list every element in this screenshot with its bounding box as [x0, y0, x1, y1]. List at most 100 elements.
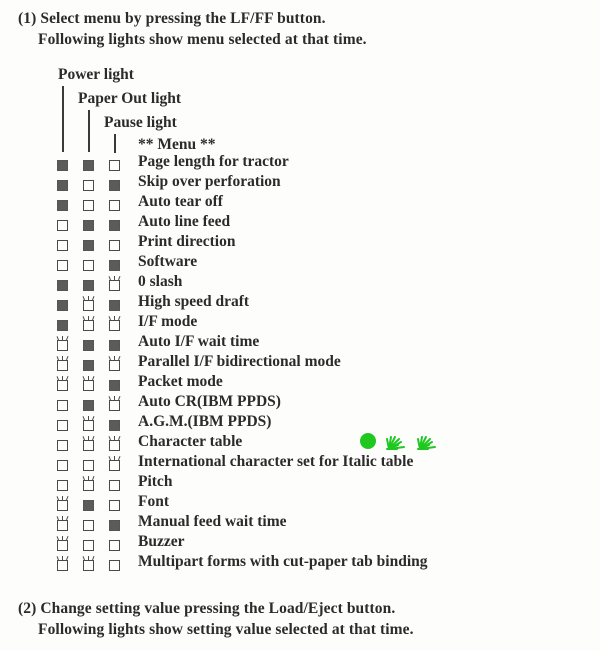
intro-line-1: (1) Select menu by pressing the LF/FF bu…: [18, 10, 326, 27]
light-indicator-pause-light: [109, 495, 123, 511]
light-square-icon: [83, 300, 94, 311]
table-row: Parallel I/F bidirectional mode: [0, 352, 600, 372]
light-square-icon: [57, 540, 68, 551]
light-indicator-power-light: [56, 515, 71, 531]
light-indicator-pause-light: [109, 175, 123, 191]
table-row: I/F mode: [0, 312, 600, 332]
menu-item-label: Auto tear off: [138, 193, 223, 210]
table-row: Buzzer: [0, 532, 600, 552]
light-square-icon: [57, 360, 68, 371]
light-indicator-paper-out-light: [83, 335, 97, 351]
table-row: Auto CR(IBM PPDS): [0, 392, 600, 412]
light-square-icon: [83, 340, 94, 351]
light-square-icon: [109, 540, 120, 551]
light-square-icon: [109, 340, 120, 351]
light-square-icon: [57, 200, 68, 211]
light-indicator-power-light: [57, 415, 71, 431]
light-square-icon: [57, 160, 68, 171]
light-square-icon: [109, 240, 120, 251]
light-indicator-paper-out-light: [83, 455, 97, 471]
light-square-icon: [109, 500, 120, 511]
light-indicator-power-light: [57, 155, 71, 171]
light-indicator-pause-light: [108, 395, 123, 411]
table-row: Multipart forms with cut-paper tab bindi…: [0, 552, 600, 572]
light-square-icon: [83, 220, 94, 231]
light-square-icon: [57, 260, 68, 271]
light-square-icon: [109, 560, 120, 571]
table-row: International character set for Italic t…: [0, 452, 600, 472]
light-indicator-pause-light: [108, 275, 123, 291]
light-indicator-power-light: [57, 315, 71, 331]
light-indicator-pause-light: [109, 375, 123, 391]
table-row: Auto tear off: [0, 192, 600, 212]
light-indicator-power-light: [56, 535, 71, 551]
light-square-icon: [57, 180, 68, 191]
light-square-icon: [109, 320, 120, 331]
table-row: High speed draft: [0, 292, 600, 312]
light-indicator-pause-light: [109, 535, 123, 551]
light-indicator-paper-out-light: [83, 495, 97, 511]
light-indicator-paper-out-light: [82, 295, 97, 311]
document-page: (1) Select menu by pressing the LF/FF bu…: [0, 0, 600, 651]
menu-item-label: Packet mode: [138, 373, 223, 390]
menu-item-label: Print direction: [138, 233, 236, 250]
table-row: Auto line feed: [0, 212, 600, 232]
light-square-icon: [83, 440, 94, 451]
light-indicator-paper-out-light: [82, 415, 97, 431]
table-row: Character table: [0, 432, 600, 452]
outro-line-2: Following lights show setting value sele…: [38, 621, 414, 638]
menu-item-label: I/F mode: [138, 313, 198, 330]
light-square-icon: [57, 220, 68, 231]
light-indicator-pause-light: [109, 195, 123, 211]
light-square-icon: [109, 200, 120, 211]
menu-item-label: Auto CR(IBM PPDS): [138, 393, 281, 410]
leader-line-power: [62, 86, 64, 152]
light-square-icon: [109, 420, 120, 431]
light-square-icon: [83, 400, 94, 411]
intro-line-2: Following lights show menu selected at t…: [38, 31, 367, 48]
light-indicator-paper-out-light: [83, 355, 97, 371]
menu-light-table: Page length for tractor Skip over perfora…: [0, 152, 600, 572]
light-indicator-power-light: [57, 395, 71, 411]
light-indicator-power-light: [56, 375, 71, 391]
light-indicator-paper-out-light: [82, 315, 97, 331]
light-indicator-paper-out-light: [83, 275, 97, 291]
table-row: Font: [0, 492, 600, 512]
light-indicator-pause-light: [109, 335, 123, 351]
light-indicator-power-light: [56, 495, 71, 511]
light-indicator-pause-light: [109, 215, 123, 231]
light-indicator-pause-light: [108, 355, 123, 371]
light-square-icon: [57, 320, 68, 331]
light-indicator-paper-out-light: [83, 175, 97, 191]
menu-item-label: High speed draft: [138, 293, 250, 310]
light-square-icon: [83, 320, 94, 331]
light-square-icon: [57, 520, 68, 531]
table-row: 0 slash: [0, 272, 600, 292]
light-square-icon: [57, 480, 68, 491]
light-indicator-paper-out-light: [83, 155, 97, 171]
light-square-icon: [83, 420, 94, 431]
menu-item-label: 0 slash: [138, 273, 183, 290]
light-square-icon: [83, 200, 94, 211]
light-square-icon: [83, 280, 94, 291]
legend-paper-out-light: Paper Out light: [78, 90, 182, 107]
light-indicator-pause-light: [108, 455, 123, 471]
light-indicator-power-light: [57, 255, 71, 271]
light-indicator-power-light: [57, 175, 71, 191]
light-square-icon: [109, 460, 120, 471]
light-square-icon: [83, 180, 94, 191]
light-square-icon: [109, 400, 120, 411]
outro-line-1: (2) Change setting value pressing the Lo…: [18, 600, 396, 617]
table-row: Page length for tractor: [0, 152, 600, 172]
table-row: Software: [0, 252, 600, 272]
light-square-icon: [109, 360, 120, 371]
light-square-icon: [109, 380, 120, 391]
light-square-icon: [109, 160, 120, 171]
light-square-icon: [109, 220, 120, 231]
menu-item-label: A.G.M.(IBM PPDS): [138, 413, 272, 430]
light-square-icon: [57, 400, 68, 411]
menu-item-label: International character set for Italic t…: [138, 453, 414, 470]
light-square-icon: [109, 280, 120, 291]
light-square-icon: [83, 560, 94, 571]
light-square-icon: [109, 180, 120, 191]
